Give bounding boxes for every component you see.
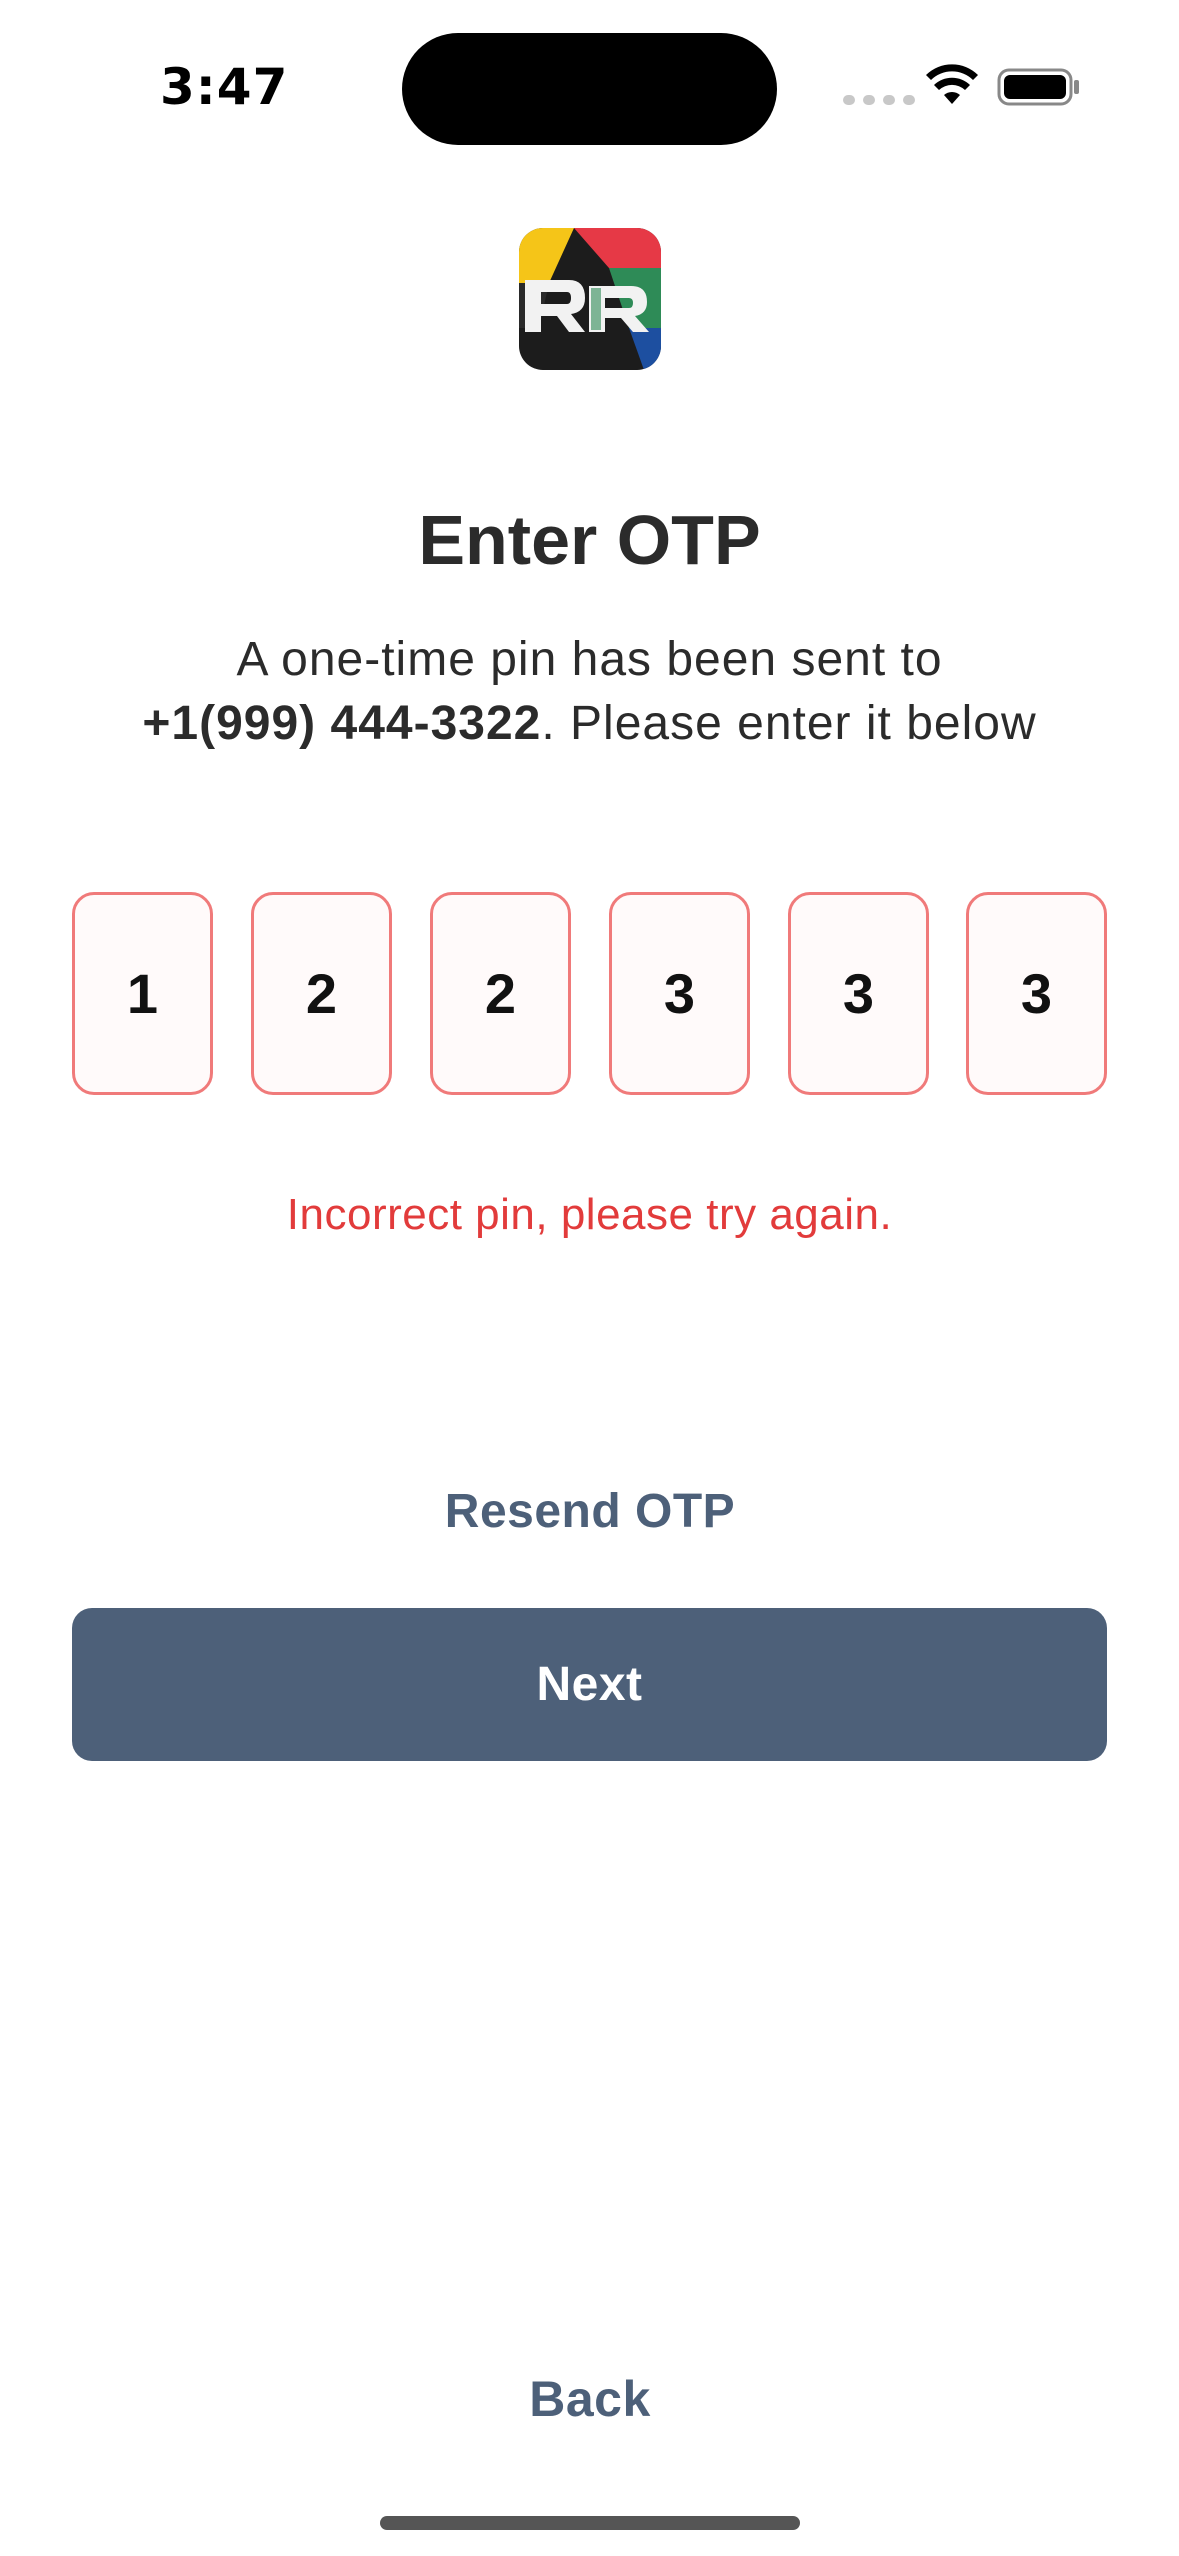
instructions-line-1: A one-time pin has been sent to xyxy=(236,633,943,686)
otp-digit-2[interactable]: 2 xyxy=(251,892,392,1095)
resend-otp-link[interactable]: Resend OTP xyxy=(390,1484,790,1539)
otp-digit-4[interactable]: 3 xyxy=(609,892,750,1095)
back-link[interactable]: Back xyxy=(440,2370,740,2428)
otp-digit-6[interactable]: 3 xyxy=(966,892,1107,1095)
dynamic-island xyxy=(402,33,777,145)
battery-icon xyxy=(997,68,1079,106)
otp-digit-5[interactable]: 3 xyxy=(788,892,929,1095)
otp-digit-1[interactable]: 1 xyxy=(72,892,213,1095)
otp-instructions: A one-time pin has been sent to +1(999) … xyxy=(60,628,1119,756)
app-logo-icon xyxy=(519,228,661,370)
otp-digit-3[interactable]: 2 xyxy=(430,892,571,1095)
otp-input-group: 1 2 2 3 3 3 xyxy=(72,892,1107,1095)
wifi-icon xyxy=(926,64,978,104)
page-title: Enter OTP xyxy=(418,501,761,579)
instructions-line-2: . Please enter it below xyxy=(541,697,1037,750)
error-message: Incorrect pin, please try again. xyxy=(286,1190,893,1239)
status-time: 3:47 xyxy=(160,58,289,116)
next-button[interactable]: Next xyxy=(72,1608,1107,1761)
otp-screen: 3:47 Enter OTP A one-time pin has been s… xyxy=(0,0,1179,2556)
phone-number: +1(999) 444-3322 xyxy=(142,697,542,750)
cellular-signal-icon xyxy=(843,95,915,105)
home-indicator[interactable] xyxy=(380,2516,800,2530)
